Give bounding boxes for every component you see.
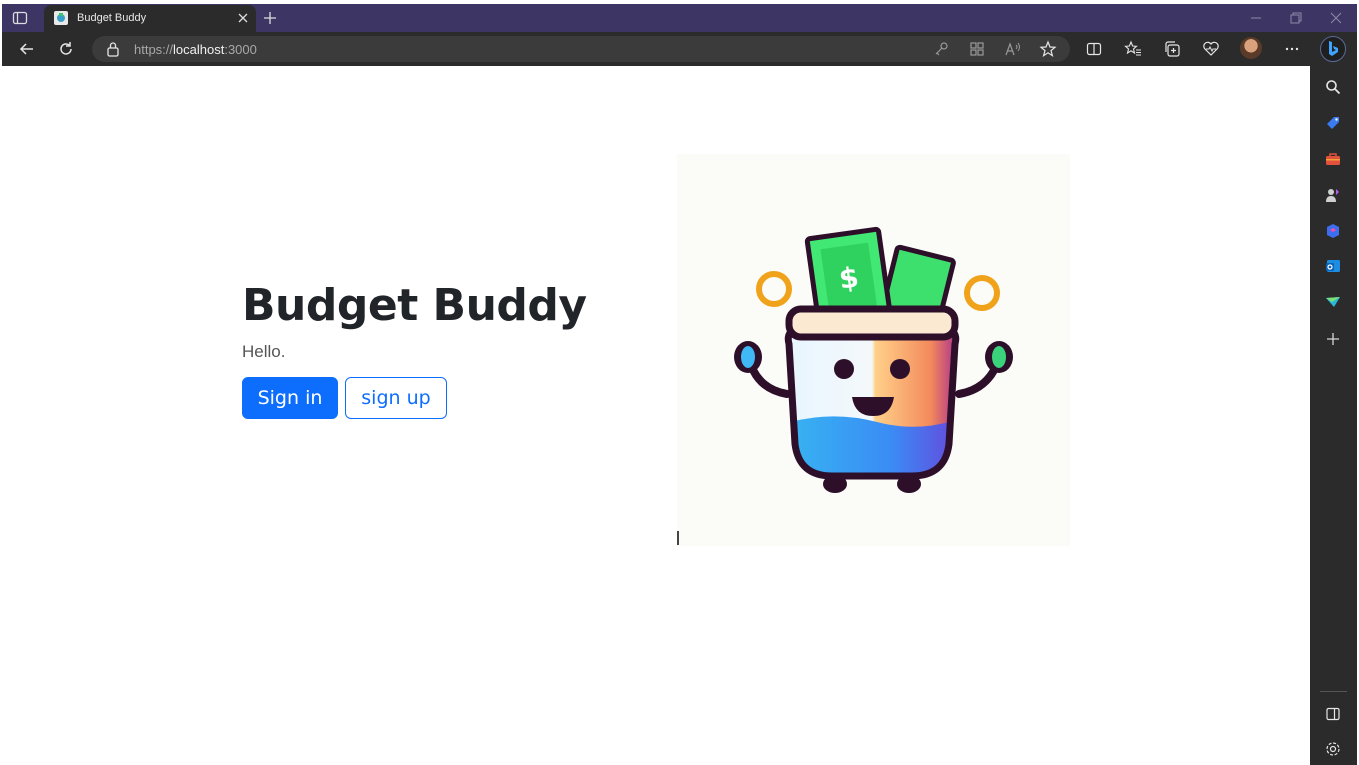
minimize-icon[interactable] <box>1247 9 1265 27</box>
shopping-tag-icon[interactable] <box>1324 114 1342 132</box>
tab-title: Budget Buddy <box>77 12 147 24</box>
settings-icon[interactable] <box>1324 740 1342 758</box>
add-icon[interactable] <box>1324 330 1342 348</box>
page-viewport: Budget Buddy Hello. Sign in sign up $ <box>2 66 1310 765</box>
browser-toolbar: https://localhost:3000 <box>2 32 1357 66</box>
read-aloud-icon[interactable] <box>1004 40 1022 58</box>
favorites-icon[interactable] <box>1124 40 1142 58</box>
workspaces-icon[interactable] <box>12 10 28 26</box>
sidebar-divider <box>1320 691 1347 692</box>
apps-icon[interactable] <box>968 40 986 58</box>
sign-up-button[interactable]: sign up <box>345 377 447 419</box>
close-window-icon[interactable] <box>1327 9 1345 27</box>
lock-icon[interactable] <box>106 41 120 57</box>
back-icon[interactable] <box>18 40 36 58</box>
games-icon[interactable] <box>1324 186 1342 204</box>
address-bar[interactable]: https://localhost:3000 <box>92 36 1070 62</box>
tools-icon[interactable] <box>1324 150 1342 168</box>
page-title: Budget Buddy <box>242 280 587 331</box>
search-icon[interactable] <box>1324 78 1342 96</box>
key-icon[interactable] <box>932 40 950 58</box>
office-icon[interactable] <box>1324 222 1342 240</box>
tab-budget-buddy[interactable]: Budget Buddy <box>44 5 256 32</box>
bing-icon[interactable] <box>1320 36 1346 62</box>
outlook-icon[interactable] <box>1324 257 1342 275</box>
refresh-icon[interactable] <box>57 40 75 58</box>
browser-window: Budget Buddy https://localhost:3000 Budg… <box>2 4 1357 765</box>
greeting-text: Hello. <box>242 342 286 361</box>
sign-in-button[interactable]: Sign in <box>242 377 338 419</box>
health-icon[interactable] <box>1202 40 1220 58</box>
split-screen-icon[interactable] <box>1085 40 1103 58</box>
image-caret <box>677 531 679 545</box>
favicon-icon <box>54 11 68 25</box>
close-tab-icon[interactable] <box>236 11 250 25</box>
restore-icon[interactable] <box>1287 9 1305 27</box>
send-icon[interactable] <box>1324 293 1342 311</box>
hide-sidebar-icon[interactable] <box>1324 705 1342 723</box>
edge-sidebar <box>1310 66 1357 765</box>
money-jar-mascot-image: $ <box>677 154 1070 546</box>
url-text[interactable]: https://localhost:3000 <box>134 42 257 57</box>
more-icon[interactable] <box>1283 40 1301 58</box>
profile-avatar[interactable] <box>1240 37 1262 59</box>
new-tab-icon[interactable] <box>262 10 278 26</box>
favorite-star-icon[interactable] <box>1039 40 1057 58</box>
collections-icon[interactable] <box>1163 40 1181 58</box>
title-bar: Budget Buddy <box>2 4 1357 32</box>
